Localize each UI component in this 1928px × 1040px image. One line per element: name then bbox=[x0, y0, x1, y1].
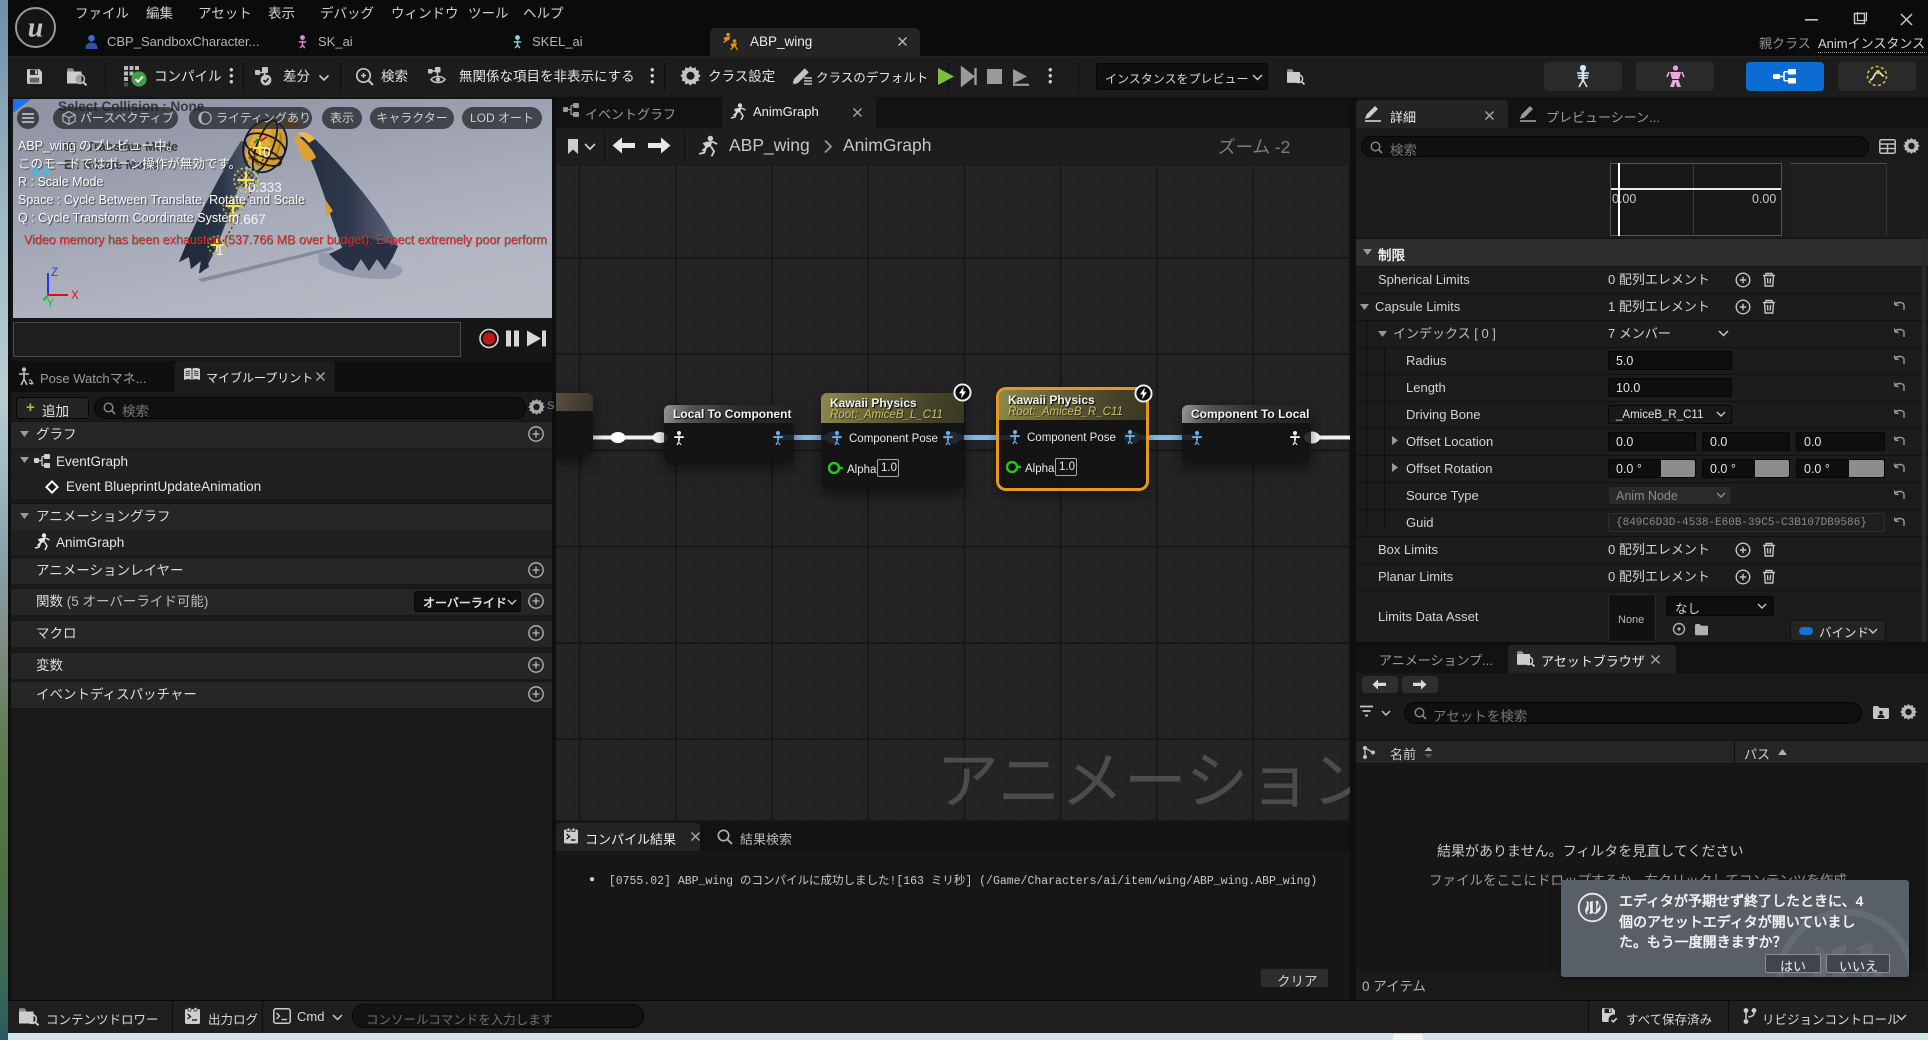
svg-text:0: 0 bbox=[263, 145, 271, 160]
svg-text:アニメーション: アニメーション bbox=[936, 747, 1350, 817]
svg-text:Z: Z bbox=[51, 267, 58, 279]
svg-text:Y: Y bbox=[47, 298, 55, 310]
svg-text:u: u bbox=[28, 13, 44, 44]
svg-text:X: X bbox=[71, 290, 79, 302]
